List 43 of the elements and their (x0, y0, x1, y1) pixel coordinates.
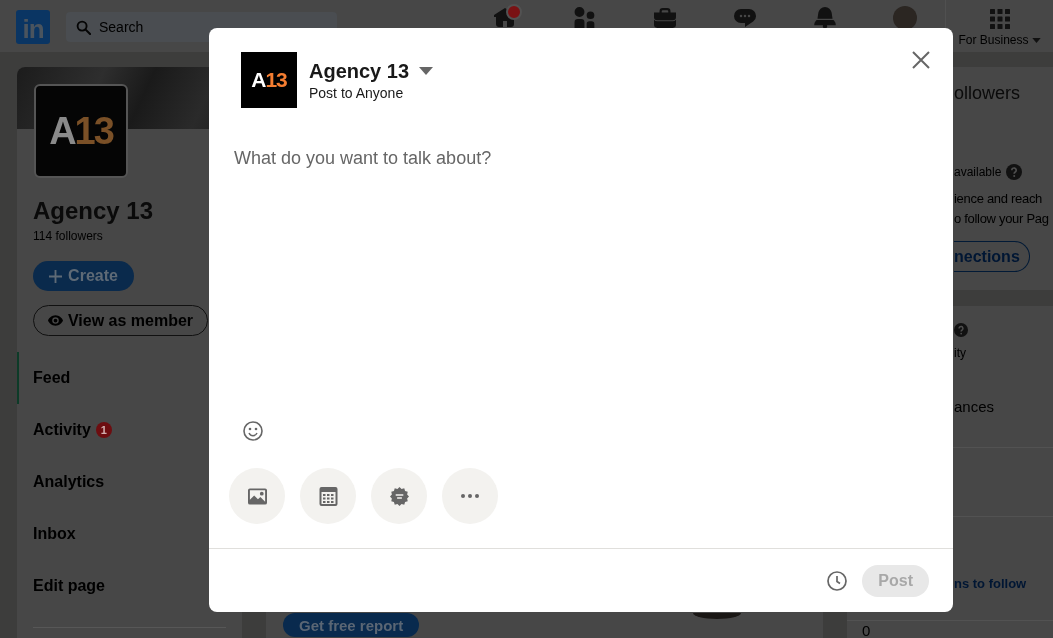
notice-text: available (954, 164, 1002, 180)
add-photo-button[interactable] (229, 468, 285, 524)
avatar[interactable] (893, 6, 917, 30)
caret-icon (1031, 37, 1041, 43)
add-event-button[interactable] (300, 468, 356, 524)
count-text: 0 (862, 623, 872, 638)
follower-count: 114 followers (33, 228, 104, 244)
visibility-text: Post to Anyone (309, 84, 405, 102)
link[interactable]: ns to follow (954, 576, 1027, 591)
image-icon (247, 486, 267, 506)
notification-badge: 1 (95, 422, 112, 438)
stat-caption: ity (954, 345, 966, 361)
logo[interactable]: in (16, 10, 50, 44)
more-icon (461, 494, 479, 498)
close-icon[interactable] (912, 51, 930, 69)
page-name: Agency 13 (33, 196, 155, 226)
description-text: ience and reach (954, 190, 1042, 208)
bell-icon[interactable] (814, 7, 836, 29)
card-title: ollowers (954, 82, 1021, 105)
plus-icon (49, 269, 63, 283)
briefcase-icon[interactable] (654, 7, 676, 29)
chat-bubble-icon[interactable] (734, 7, 756, 29)
description-text: o follow your Pag (954, 210, 1049, 228)
company-logo: A13 (241, 52, 297, 108)
search-input[interactable]: Search (99, 19, 299, 35)
badge-icon (389, 486, 409, 506)
search-icon (76, 19, 91, 35)
grid-icon (989, 9, 1010, 29)
photo-placeholder (693, 613, 742, 619)
clock-icon[interactable] (827, 570, 848, 591)
invite-button[interactable]: nections (954, 241, 1030, 272)
people-icon[interactable] (574, 7, 596, 29)
emoji-icon[interactable] (243, 421, 263, 441)
for-business-menu[interactable]: For Business (946, 0, 1053, 48)
calendar-icon (318, 486, 338, 506)
caret-icon (419, 67, 434, 75)
eye-icon (47, 315, 63, 326)
author-dropdown[interactable]: Agency 13 (309, 59, 434, 83)
create-button[interactable]: Create (33, 261, 134, 291)
get-free-report-button[interactable]: Get free report (283, 613, 420, 637)
stat-label: ances (954, 397, 995, 417)
celebrate-button[interactable] (371, 468, 427, 524)
company-logo: A13 (34, 84, 128, 178)
